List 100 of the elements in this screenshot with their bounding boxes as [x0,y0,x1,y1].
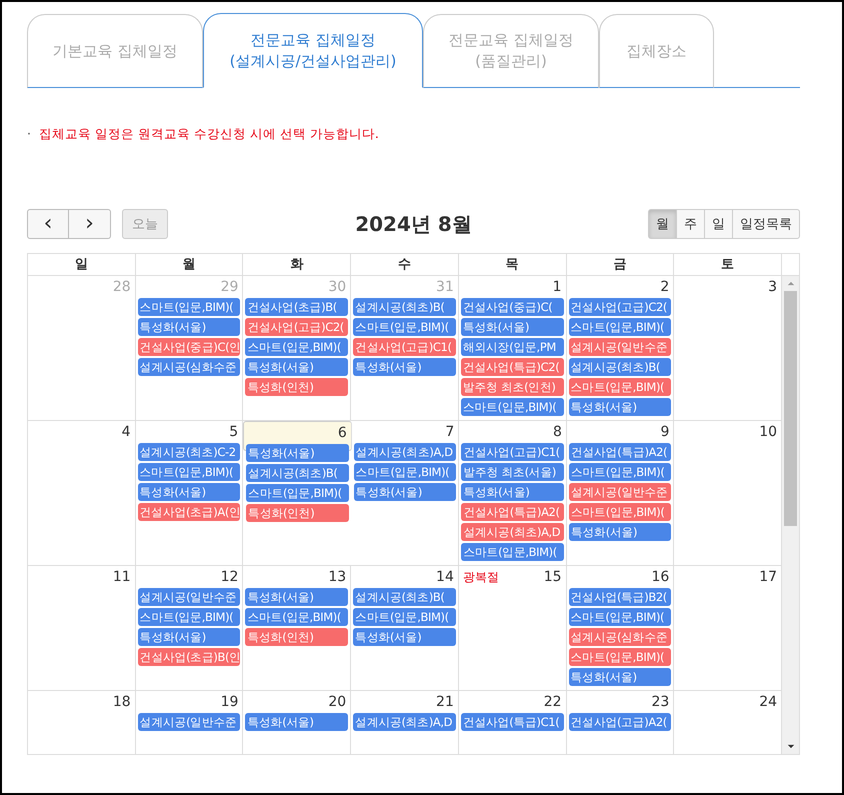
weekday-header: 월 [136,254,244,275]
event-bar[interactable]: 건설사업(특급)C1( [460,713,564,731]
notice-text: 집체교육 일정은 원격교육 수강신청 시에 선택 가능합니다. [38,126,379,143]
event-bar[interactable]: 특성화(인천) [245,628,348,646]
event-bar[interactable]: 설계시공(최초)B( [353,588,456,606]
event-bar[interactable]: 스마트(입문,BIM)( [245,608,348,626]
event-bar[interactable]: 건설사업(초급)B(인 [138,648,240,666]
event-bar[interactable]: 스마트(입문,BIM)( [246,484,349,502]
tab[interactable]: 전문교육 집체일정 (품질관리) [423,14,599,88]
tab[interactable]: 기본교육 집체일정 [27,14,203,88]
event-bar[interactable]: 설계시공(심화수준 [568,628,672,646]
view-button[interactable]: 월 [648,209,677,239]
event-bar[interactable]: 스마트(입문,BIM)( [138,463,240,481]
event-bar[interactable]: 특성화(서울) [138,483,240,501]
event-bar[interactable]: 스마트(입문,BIM)( [568,318,672,336]
view-button[interactable]: 일 [704,209,733,239]
event-bar[interactable]: 해외시장(입문,PM [460,338,564,356]
day-number: 9 [660,424,670,440]
event-bar[interactable]: 발주청 최초(서울) [461,463,564,481]
event-bar[interactable]: 스마트(입문,BIM)( [138,608,240,626]
event-bar[interactable]: 특성화(서울) [568,398,672,416]
event-bar[interactable]: 스마트(입문,BIM)( [568,608,672,626]
event-bar[interactable]: 스마트(입문,BIM)( [461,543,564,561]
event-bar[interactable]: 건설사업(특급)A2( [461,503,564,521]
event-bar[interactable]: 스마트(입문,BIM)( [353,608,456,626]
event-bar[interactable]: 발주청 최초(인천) [460,378,564,396]
event-bar[interactable]: 스마트(입문,BIM)( [245,338,348,356]
event-bar[interactable]: 특성화(서울) [138,318,240,336]
event-bar[interactable]: 건설사업(초급)B( [245,298,348,316]
event-bar[interactable]: 건설사업(고급)C1( [353,338,456,356]
weekday-header: 일 [28,254,136,275]
event-bar[interactable]: 건설사업(고급)C2( [568,298,672,316]
event-bar[interactable]: 건설사업(중급)C(인 [138,338,240,356]
scroll-down-icon[interactable] [786,744,794,749]
event-bar[interactable]: 특성화(서울) [568,668,672,686]
event-bar[interactable]: 특성화(서울) [568,523,672,541]
day-number: 15 [544,569,563,585]
calendar-title: 2024년 8월 [355,210,472,238]
tab[interactable]: 전문교육 집체일정 (설계시공/건설사업관리) [203,13,423,88]
event-bar[interactable]: 특성화(서울) [354,483,456,501]
event-bar[interactable]: 건설사업(특급)A2( [568,443,672,461]
event-bar[interactable]: 건설사업(특급)B2( [568,588,672,606]
event-bar[interactable]: 설계시공(일반수준 [138,713,240,731]
event-bar[interactable]: 설계시공(심화수준 [138,358,240,376]
event-bar[interactable]: 특성화(인천) [246,504,349,522]
event-bar[interactable]: 설계시공(최초)B( [246,464,349,482]
bullet: · [27,126,31,143]
day-number: 11 [112,569,132,585]
event-bar[interactable]: 특성화(서울) [461,483,564,501]
event-bar[interactable]: 설계시공(최초)B( [568,358,672,376]
event-bar[interactable]: 설계시공(일반수준 [568,483,672,501]
day-number: 6 [338,425,348,441]
day-number: 30 [328,279,348,295]
event-bar[interactable]: 스마트(입문,BIM)( [568,378,672,396]
event-bar[interactable]: 건설사업(특급)C2( [460,358,564,376]
event-bar[interactable]: 설계시공(최초)B( [353,298,456,316]
event-bar[interactable]: 건설사업(고급)A2( [568,713,672,731]
event-bar[interactable]: 스마트(입문,BIM)( [138,298,240,316]
event-bar[interactable]: 설계시공(최초)A,D [353,713,456,731]
event-bar[interactable]: 특성화(서울) [245,713,348,731]
event-bar[interactable]: 설계시공(일반수준 [138,588,240,606]
event-bar[interactable]: 설계시공(최초)C-2 [138,443,240,461]
event-bar[interactable]: 특성화(서울) [353,358,456,376]
day-number: 22 [544,694,563,710]
event-bar[interactable]: 건설사업(고급)C1( [461,443,564,461]
weekday-header: 수 [351,254,459,275]
day-number: 7 [445,424,456,440]
event-bar[interactable]: 스마트(입문,BIM)( [353,318,456,336]
event-bar[interactable]: 설계시공(최초)A,D [461,523,564,541]
event-bar[interactable]: 특성화(서울) [246,444,349,462]
view-button[interactable]: 주 [676,209,705,239]
event-bar[interactable]: 스마트(입문,BIM)( [460,398,564,416]
event-bar[interactable]: 스마트(입문,BIM)( [568,648,672,666]
tab[interactable]: 집체장소 [599,14,714,88]
event-bar[interactable]: 건설사업(고급)C2( [245,318,348,336]
event-bar[interactable]: 특성화(서울) [245,588,348,606]
day-number: 3 [768,279,778,295]
scroll-thumb[interactable] [784,291,797,526]
day-number: 19 [220,694,240,710]
event-bar[interactable]: 특성화(서울) [138,628,240,646]
event-bar[interactable]: 건설사업(초급)A(인 [138,503,240,521]
event-bar[interactable]: 스마트(입문,BIM)( [568,463,672,481]
event-bar[interactable]: 특성화(인천) [245,378,348,396]
previous-button[interactable]: ‹ [27,209,69,239]
event-bar[interactable]: 건설사업(중급)C( [460,298,564,316]
event-bar[interactable]: 특성화(서울) [460,318,564,336]
view-button[interactable]: 일정목록 [732,209,800,239]
day-number: 10 [759,424,778,440]
scrollbar[interactable] [782,276,799,754]
event-bar[interactable]: 스마트(입문,BIM)( [354,463,456,481]
event-bar[interactable]: 특성화(서울) [353,628,456,646]
scroll-up-icon[interactable] [786,281,794,286]
day-number: 13 [328,569,348,585]
day-number: 17 [759,569,778,585]
next-button[interactable]: › [69,209,111,239]
event-bar[interactable]: 설계시공(일반수준 [568,338,672,356]
event-bar[interactable]: 설계시공(최초)A,D [354,443,456,461]
day-number: 24 [759,694,778,710]
event-bar[interactable]: 스마트(입문,BIM)( [568,503,672,521]
event-bar[interactable]: 특성화(서울) [245,358,348,376]
